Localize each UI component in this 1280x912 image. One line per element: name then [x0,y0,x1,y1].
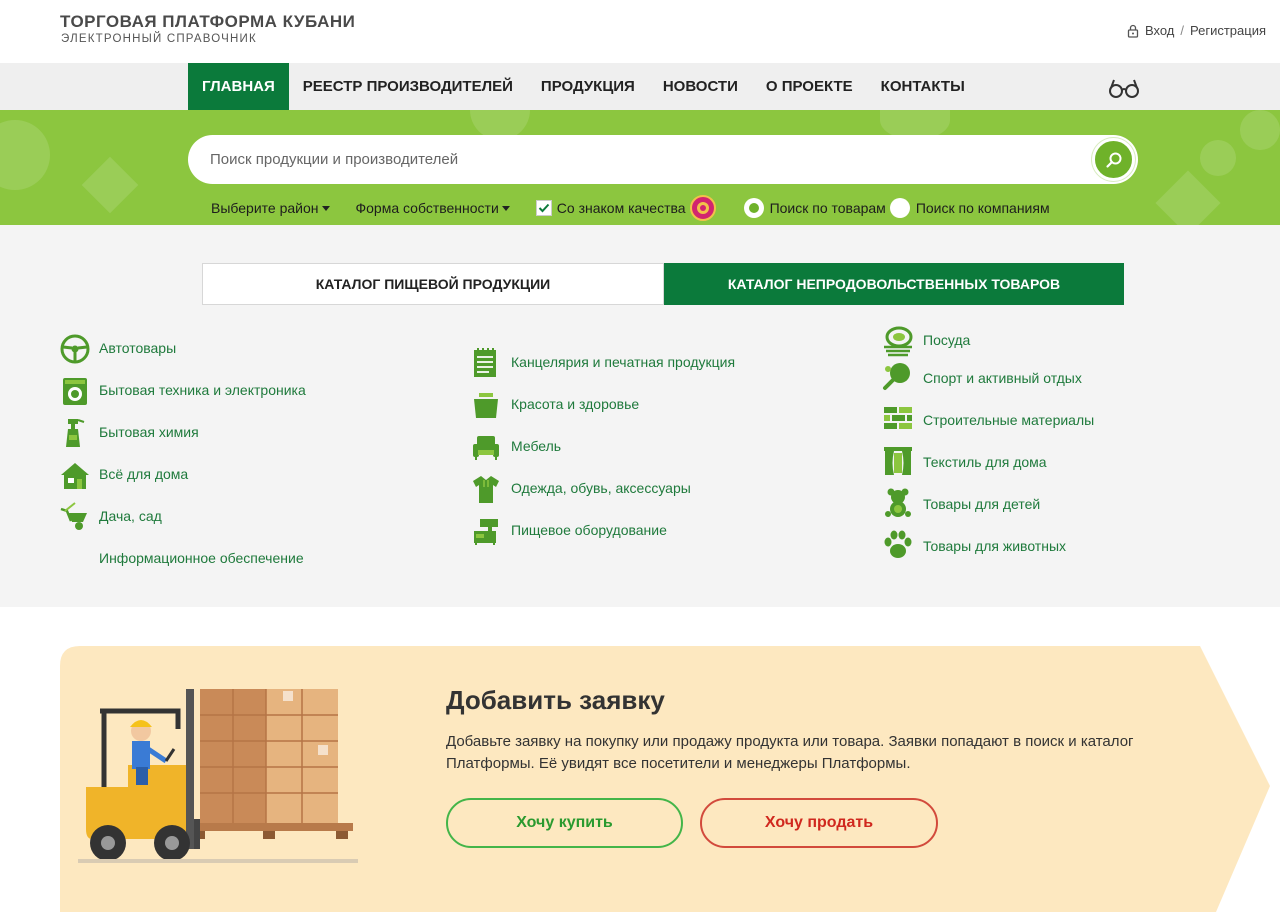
forklift-illustration [78,689,358,863]
nav-item-products[interactable]: ПРОДУКЦИЯ [527,63,649,110]
tab-food-catalog[interactable]: КАТАЛОГ ПИЩЕВОЙ ПРОДУКЦИИ [202,263,664,305]
ownership-dropdown[interactable]: Форма собственности [356,200,510,216]
category-appliances[interactable]: Бытовая техника и электроника [99,382,306,398]
catalog-tabs: КАТАЛОГ ПИЩЕВОЙ ПРОДУКЦИИ КАТАЛОГ НЕПРОД… [202,263,1124,305]
teddy-bear-icon [882,487,914,519]
plates-icon [882,325,914,357]
catalog-section: КАТАЛОГ ПИЩЕВОЙ ПРОДУКЦИИ КАТАЛОГ НЕПРОД… [0,225,1280,607]
shirt-icon [470,473,502,505]
site-subtitle: ЭЛЕКТРОННЫЙ СПРАВОЧНИК [61,33,257,45]
nav-item-registry[interactable]: РЕЕСТР ПРОИЗВОДИТЕЛЕЙ [289,63,527,110]
search-filters: Выберите район Форма собственности Со зн… [211,195,1050,221]
category-beauty[interactable]: Красота и здоровье [511,396,639,412]
register-link[interactable]: Регистрация [1190,23,1266,38]
tab-nonfood-catalog[interactable]: КАТАЛОГ НЕПРОДОВОЛЬСТВЕННЫХ ТОВАРОВ [664,263,1124,305]
decor-diamond [1155,170,1221,225]
category-food-equipment[interactable]: Пищевое оборудование [511,522,667,538]
ownership-dropdown-label: Форма собственности [355,200,499,216]
decor-diamond [81,156,139,214]
notepad-icon [470,347,502,379]
nav-item-contacts[interactable]: КОНТАКТЫ [867,63,979,110]
category-info[interactable]: Информационное обеспечение [99,550,304,566]
main-nav: ГЛАВНАЯ РЕЕСТР ПРОИЗВОДИТЕЛЕЙ ПРОДУКЦИЯ … [0,63,1280,110]
search-box [188,135,1138,184]
site-header: ТОРГОВАЯ ПЛАТФОРМА КУБАНИ ЭЛЕКТРОННЫЙ СП… [0,0,1280,63]
search-input[interactable] [210,135,1070,184]
nav-item-about[interactable]: О ПРОЕКТЕ [752,63,867,110]
category-household-chemicals[interactable]: Бытовая химия [99,424,199,440]
bricks-icon [882,403,914,435]
radio-search-products[interactable] [743,198,764,218]
house-icon [59,459,91,491]
search-icon [1105,152,1121,168]
site-title[interactable]: ТОРГОВАЯ ПЛАТФОРМА КУБАНИ [60,12,355,32]
caret-down-icon [501,205,510,211]
category-kids[interactable]: Товары для детей [923,496,1040,512]
cosmetics-jar-icon [470,389,502,421]
category-stationery[interactable]: Канцелярия и печатная продукция [511,354,735,370]
auth-separator: / [1180,23,1184,38]
request-title: Добавить заявку [446,685,665,715]
category-building[interactable]: Строительные материалы [923,412,1094,428]
category-textile[interactable]: Текстиль для дома [923,454,1047,470]
category-tableware[interactable]: Посуда [923,332,970,348]
search-button[interactable] [1092,138,1135,181]
radio-search-companies[interactable] [889,198,910,218]
washing-machine-icon [59,375,91,407]
checkmark-icon [538,203,550,213]
want-buy-button[interactable]: Хочу купить [446,798,683,848]
lock-icon [1127,24,1139,38]
add-request-section: Добавить заявку Добавьте заявку на покуп… [0,607,1280,912]
spray-bottle-icon [59,417,91,449]
curtains-icon [882,445,914,477]
nav-item-news[interactable]: НОВОСТИ [649,63,752,110]
steering-wheel-icon [59,333,91,365]
request-description: Добавьте заявку на покупку или продажу п… [446,733,1134,772]
paw-icon [882,529,914,561]
district-dropdown[interactable]: Выберите район [211,200,330,216]
category-clothing[interactable]: Одежда, обувь, аксессуары [511,480,691,496]
ping-pong-icon [882,361,914,393]
armchair-icon [470,431,502,463]
nav-item-home[interactable]: ГЛАВНАЯ [188,63,289,110]
category-furniture[interactable]: Мебель [511,438,561,454]
auth-links: Вход / Регистрация [1127,23,1266,38]
district-dropdown-label: Выберите район [211,200,319,216]
wheelbarrow-icon [59,501,91,533]
radio-selected-dot [748,203,759,213]
caret-down-icon [321,205,330,211]
quality-mark-badge-icon [689,195,716,221]
decor-circle [1240,110,1280,150]
category-sport[interactable]: Спорт и активный отдых [923,370,1082,386]
login-link[interactable]: Вход [1145,23,1174,38]
decor-circle [1200,140,1236,176]
decor-circle [0,120,50,190]
category-auto[interactable]: Автотовары [99,340,176,356]
want-sell-button[interactable]: Хочу продать [700,798,938,848]
radio-search-companies-label[interactable]: Поиск по компаниям [916,200,1050,216]
search-band: Выберите район Форма собственности Со зн… [0,110,1280,225]
radio-search-products-label[interactable]: Поиск по товарам [770,200,886,216]
category-home[interactable]: Всё для дома [99,466,188,482]
category-pets[interactable]: Товары для животных [923,538,1066,554]
quality-checkbox-label[interactable]: Со знаком качества [557,200,686,216]
food-machine-icon [470,515,502,547]
quality-checkbox[interactable] [535,200,552,216]
category-garden[interactable]: Дача, сад [99,508,162,524]
accessibility-glasses-icon[interactable] [1108,77,1140,99]
